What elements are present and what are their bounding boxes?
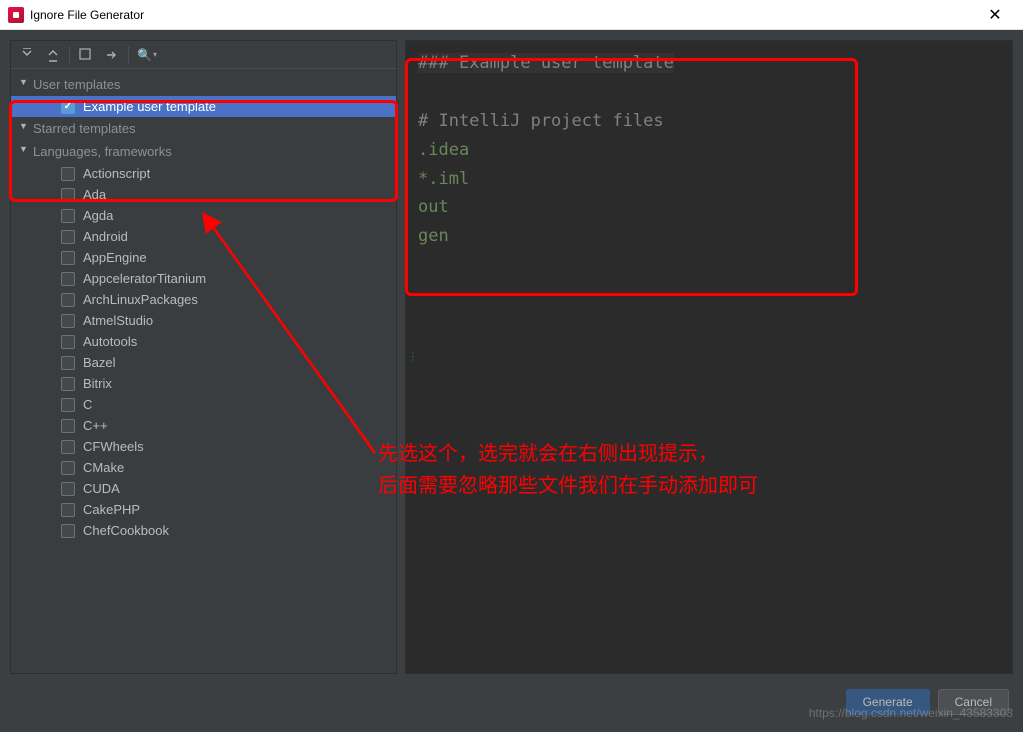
expand-all-icon xyxy=(20,48,34,62)
templates-panel: 🔍▾ User templates Example user template … xyxy=(10,40,397,674)
expand-all-button[interactable] xyxy=(15,44,39,66)
tree-item[interactable]: ArchLinuxPackages xyxy=(11,289,396,310)
tree-item-label: Example user template xyxy=(83,99,216,114)
tree-item-label: C xyxy=(83,397,92,412)
tree-item-example-user-template[interactable]: Example user template xyxy=(11,96,396,117)
preview-pattern: *.iml xyxy=(418,165,1000,194)
checkbox[interactable] xyxy=(61,398,75,412)
close-button[interactable]: ✕ xyxy=(975,5,1015,25)
tree-item[interactable]: ChefCookbook xyxy=(11,520,396,541)
checkbox[interactable] xyxy=(61,482,75,496)
tree-item-label: ChefCookbook xyxy=(83,523,169,538)
checkbox[interactable] xyxy=(61,230,75,244)
tree-item-label: CMake xyxy=(83,460,124,475)
tree-toolbar: 🔍▾ xyxy=(11,41,396,69)
main-area: 🔍▾ User templates Example user template … xyxy=(10,40,1013,674)
checkbox[interactable] xyxy=(61,356,75,370)
tree-item-label: Bitrix xyxy=(83,376,112,391)
tree-item[interactable]: Bitrix xyxy=(11,373,396,394)
tree-item[interactable]: Ada xyxy=(11,184,396,205)
tree-item-label: AppceleratorTitanium xyxy=(83,271,206,286)
checkbox[interactable] xyxy=(61,503,75,517)
checkbox[interactable] xyxy=(61,419,75,433)
templates-tree[interactable]: User templates Example user template Sta… xyxy=(11,69,396,673)
tree-item[interactable]: CakePHP xyxy=(11,499,396,520)
checkbox[interactable] xyxy=(61,461,75,475)
section-languages[interactable]: Languages, frameworks xyxy=(11,140,396,163)
arrow-button[interactable] xyxy=(100,44,124,66)
separator xyxy=(69,46,70,64)
tree-item[interactable]: AtmelStudio xyxy=(11,310,396,331)
tree-item-label: Bazel xyxy=(83,355,116,370)
checkbox[interactable] xyxy=(61,272,75,286)
separator xyxy=(128,46,129,64)
tree-item-label: CUDA xyxy=(83,481,120,496)
tree-item-label: Autotools xyxy=(83,334,137,349)
tree-item[interactable]: AppceleratorTitanium xyxy=(11,268,396,289)
app-icon xyxy=(8,7,24,23)
tree-item-label: Android xyxy=(83,229,128,244)
checkbox[interactable] xyxy=(61,251,75,265)
dialog-window: Ignore File Generator ✕ xyxy=(0,0,1023,732)
checkbox[interactable] xyxy=(61,188,75,202)
button-bar: Generate Cancel xyxy=(10,674,1013,722)
chevron-down-icon: ▾ xyxy=(153,50,157,59)
collapse-all-icon xyxy=(46,48,60,62)
tree-item[interactable]: CUDA xyxy=(11,478,396,499)
checkbox[interactable] xyxy=(61,524,75,538)
arrow-right-icon xyxy=(105,48,119,62)
tree-item-label: AtmelStudio xyxy=(83,313,153,328)
tree-item[interactable]: Agda xyxy=(11,205,396,226)
preview-pattern: .idea xyxy=(418,136,1000,165)
collapse-all-button[interactable] xyxy=(41,44,65,66)
tree-item[interactable]: Android xyxy=(11,226,396,247)
tree-item[interactable]: C++ xyxy=(11,415,396,436)
preview-panel: ### Example user template # IntelliJ pro… xyxy=(405,40,1013,674)
deselect-icon xyxy=(79,48,93,62)
tree-item[interactable]: C xyxy=(11,394,396,415)
tree-item[interactable]: Autotools xyxy=(11,331,396,352)
checkbox[interactable] xyxy=(61,377,75,391)
preview-pattern: gen xyxy=(418,222,1000,251)
search-button[interactable]: 🔍▾ xyxy=(133,48,161,62)
preview-pattern: out xyxy=(418,193,1000,222)
deselect-button[interactable] xyxy=(74,44,98,66)
preview-comment: # IntelliJ project files xyxy=(418,107,1000,136)
preview-title: ### Example user template xyxy=(418,53,674,73)
checkbox[interactable] xyxy=(61,293,75,307)
tree-item[interactable]: Actionscript xyxy=(11,163,396,184)
checkbox[interactable] xyxy=(61,209,75,223)
tree-item-label: Actionscript xyxy=(83,166,150,181)
tree-item[interactable]: Bazel xyxy=(11,352,396,373)
tree-item-label: C++ xyxy=(83,418,108,433)
section-starred-templates[interactable]: Starred templates xyxy=(11,117,396,140)
checkbox[interactable] xyxy=(61,335,75,349)
generate-button[interactable]: Generate xyxy=(846,689,930,715)
tree-item-label: Agda xyxy=(83,208,113,223)
dialog-content: 🔍▾ User templates Example user template … xyxy=(0,30,1023,732)
checkbox[interactable] xyxy=(61,440,75,454)
titlebar: Ignore File Generator ✕ xyxy=(0,0,1023,30)
window-title: Ignore File Generator xyxy=(30,8,975,22)
tree-item-label: CFWheels xyxy=(83,439,144,454)
checkbox[interactable] xyxy=(61,314,75,328)
checkbox[interactable] xyxy=(61,167,75,181)
tree-item-label: AppEngine xyxy=(83,250,147,265)
tree-item[interactable]: AppEngine xyxy=(11,247,396,268)
tree-item-label: Ada xyxy=(83,187,106,202)
tree-item[interactable]: CFWheels xyxy=(11,436,396,457)
tree-item-label: CakePHP xyxy=(83,502,140,517)
section-user-templates[interactable]: User templates xyxy=(11,73,396,96)
checkbox[interactable] xyxy=(61,100,75,114)
splitter-handle[interactable]: ⋮ xyxy=(408,352,418,363)
search-icon: 🔍 xyxy=(137,48,152,62)
tree-item[interactable]: CMake xyxy=(11,457,396,478)
cancel-button[interactable]: Cancel xyxy=(938,689,1009,715)
tree-item-label: ArchLinuxPackages xyxy=(83,292,198,307)
